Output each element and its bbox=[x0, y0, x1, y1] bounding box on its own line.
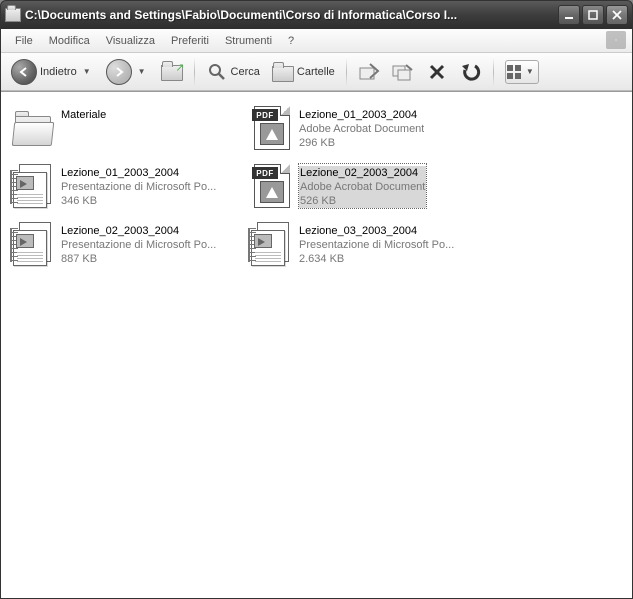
folder-icon bbox=[13, 112, 55, 146]
window-title: C:\Documents and Settings\Fabio\Document… bbox=[25, 8, 558, 22]
file-name: Lezione_01_2003_2004 bbox=[299, 108, 424, 122]
explorer-window: C:\Documents and Settings\Fabio\Document… bbox=[0, 0, 633, 599]
file-name: Lezione_01_2003_2004 bbox=[61, 166, 216, 180]
maximize-button[interactable] bbox=[582, 5, 604, 25]
file-type: Adobe Acrobat Document bbox=[299, 180, 426, 194]
views-icon: ▼ bbox=[505, 60, 539, 84]
file-size: 346 KB bbox=[61, 194, 216, 208]
file-type: Presentazione di Microsoft Po... bbox=[61, 238, 216, 252]
copyto-button[interactable] bbox=[388, 59, 418, 85]
undo-icon bbox=[460, 61, 482, 83]
file-type: Presentazione di Microsoft Po... bbox=[61, 180, 216, 194]
file-size: 887 KB bbox=[61, 252, 216, 266]
back-button[interactable]: Indietro ▼ bbox=[7, 57, 98, 87]
file-name: Lezione_02_2003_2004 bbox=[61, 224, 216, 238]
file-type: Adobe Acrobat Document bbox=[299, 122, 424, 136]
menu-view[interactable]: Visualizza bbox=[98, 32, 163, 50]
file-labels: Lezione_03_2003_2004Presentazione di Mic… bbox=[299, 222, 454, 266]
toolbar: Indietro ▼ ▼ ↗ Cerca Cartelle bbox=[1, 53, 632, 91]
forward-button[interactable]: ▼ bbox=[102, 57, 153, 87]
folder-up-icon: ↗ bbox=[161, 63, 183, 81]
menu-tools[interactable]: Strumenti bbox=[217, 32, 280, 50]
delete-button[interactable] bbox=[422, 59, 452, 85]
file-labels: Lezione_02_2003_2004Adobe Acrobat Docume… bbox=[299, 164, 426, 208]
file-size: 526 KB bbox=[299, 194, 426, 208]
menu-file[interactable]: File bbox=[7, 32, 41, 50]
folders-button[interactable]: Cartelle bbox=[268, 59, 339, 85]
menu-edit[interactable]: Modifica bbox=[41, 32, 98, 50]
ppt-icon bbox=[13, 164, 55, 210]
chevron-down-icon: ▼ bbox=[523, 67, 537, 76]
file-name: Materiale bbox=[61, 108, 106, 122]
views-button[interactable]: ▼ bbox=[501, 58, 543, 86]
window-controls bbox=[558, 5, 628, 25]
toolbar-divider bbox=[493, 58, 494, 86]
back-arrow-icon bbox=[11, 59, 37, 85]
moveto-button[interactable] bbox=[354, 59, 384, 85]
menubar: File Modifica Visualizza Preferiti Strum… bbox=[1, 29, 632, 53]
forward-arrow-icon bbox=[106, 59, 132, 85]
file-item[interactable]: Lezione_03_2003_2004Presentazione di Mic… bbox=[247, 218, 485, 276]
pdf-icon: PDF bbox=[252, 106, 292, 152]
delete-icon bbox=[426, 61, 448, 83]
ppt-icon bbox=[251, 222, 293, 268]
copyto-icon bbox=[392, 61, 414, 83]
windows-logo-icon bbox=[606, 31, 626, 49]
file-size: 2.634 KB bbox=[299, 252, 454, 266]
file-labels: Lezione_01_2003_2004Presentazione di Mic… bbox=[61, 164, 216, 208]
file-list[interactable]: MaterialePDFLezione_01_2003_2004Adobe Ac… bbox=[1, 91, 632, 598]
search-icon bbox=[206, 61, 228, 83]
file-type: Presentazione di Microsoft Po... bbox=[299, 238, 454, 252]
pdf-icon: PDF bbox=[252, 164, 292, 210]
minimize-button[interactable] bbox=[558, 5, 580, 25]
undo-button[interactable] bbox=[456, 59, 486, 85]
close-button[interactable] bbox=[606, 5, 628, 25]
file-labels: Lezione_02_2003_2004Presentazione di Mic… bbox=[61, 222, 216, 266]
file-item[interactable]: Materiale bbox=[9, 102, 247, 160]
toolbar-divider bbox=[194, 58, 195, 86]
file-name: Lezione_03_2003_2004 bbox=[299, 224, 454, 238]
file-labels: Materiale bbox=[61, 106, 106, 122]
up-button[interactable]: ↗ bbox=[157, 61, 187, 83]
file-name: Lezione_02_2003_2004 bbox=[299, 166, 426, 180]
titlebar[interactable]: C:\Documents and Settings\Fabio\Document… bbox=[1, 1, 632, 29]
search-label: Cerca bbox=[231, 66, 260, 78]
menu-help[interactable]: ? bbox=[280, 32, 302, 50]
toolbar-divider bbox=[346, 58, 347, 86]
ppt-icon bbox=[13, 222, 55, 268]
back-label: Indietro bbox=[40, 66, 77, 78]
file-item[interactable]: Lezione_01_2003_2004Presentazione di Mic… bbox=[9, 160, 247, 218]
file-size: 296 KB bbox=[299, 136, 424, 150]
chevron-down-icon: ▼ bbox=[135, 67, 149, 76]
moveto-icon bbox=[358, 61, 380, 83]
search-button[interactable]: Cerca bbox=[202, 59, 264, 85]
file-item[interactable]: PDFLezione_02_2003_2004Adobe Acrobat Doc… bbox=[247, 160, 485, 218]
menu-favorites[interactable]: Preferiti bbox=[163, 32, 217, 50]
chevron-down-icon: ▼ bbox=[80, 67, 94, 76]
folders-label: Cartelle bbox=[297, 66, 335, 78]
file-labels: Lezione_01_2003_2004Adobe Acrobat Docume… bbox=[299, 106, 424, 150]
folder-icon bbox=[5, 8, 21, 22]
file-item[interactable]: PDFLezione_01_2003_2004Adobe Acrobat Doc… bbox=[247, 102, 485, 160]
file-item[interactable]: Lezione_02_2003_2004Presentazione di Mic… bbox=[9, 218, 247, 276]
folders-icon bbox=[272, 61, 294, 83]
